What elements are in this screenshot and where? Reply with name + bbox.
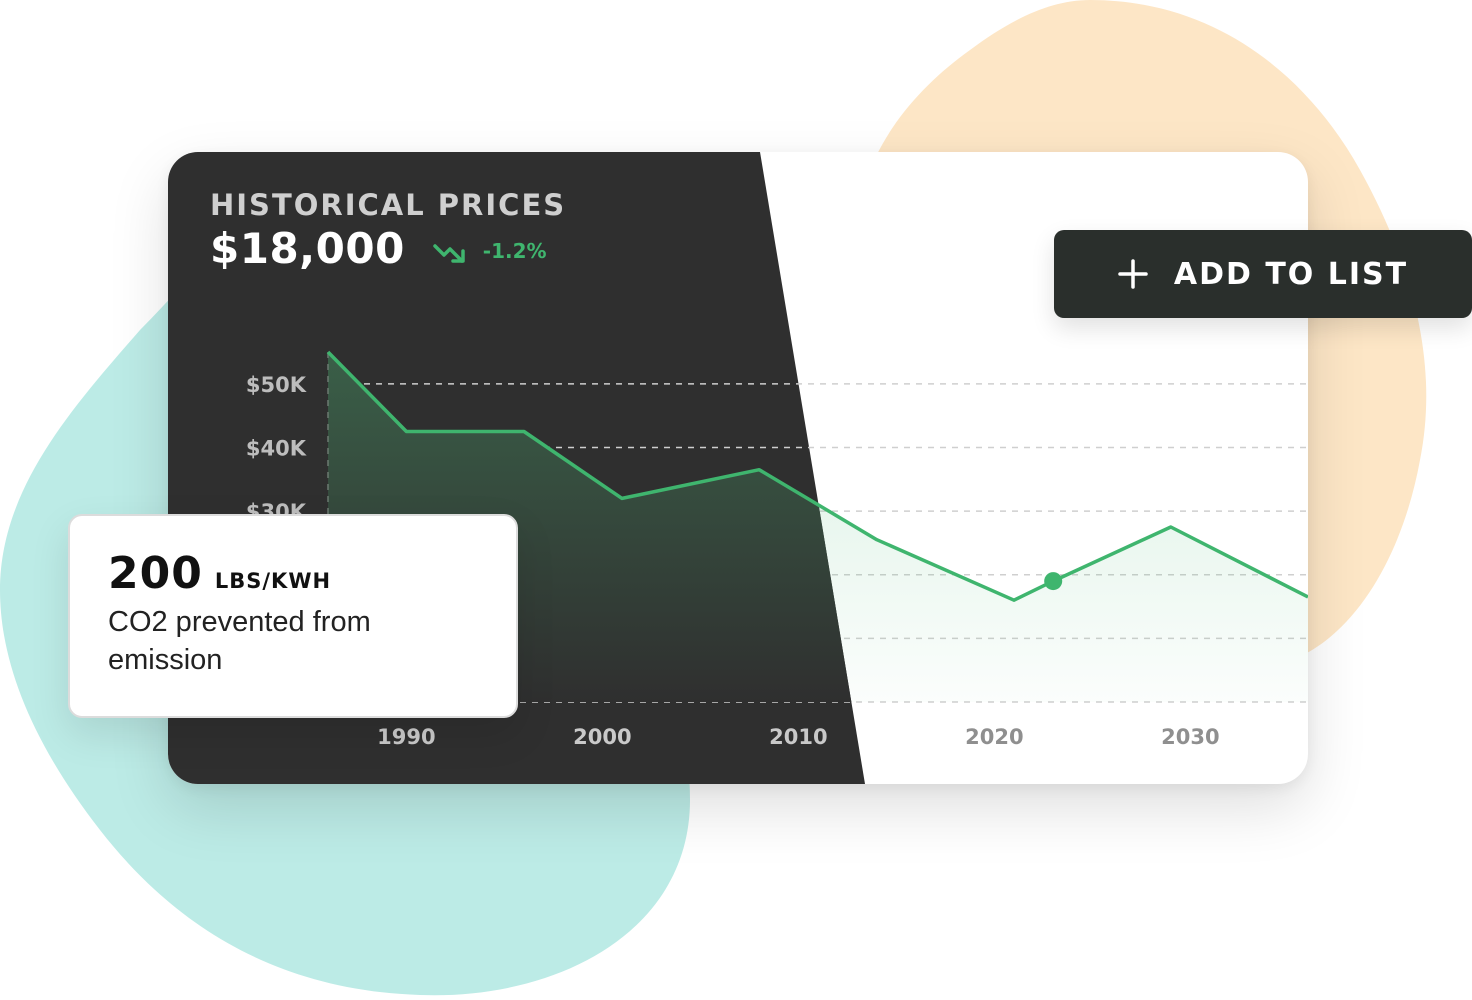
y-tick-label: $50K bbox=[246, 373, 307, 397]
x-tick-label: 2020 bbox=[965, 725, 1023, 749]
x-tick-label: 1990 bbox=[377, 725, 435, 749]
chart-title: HISTORICAL PRICES bbox=[210, 188, 567, 222]
add-to-list-button[interactable]: ADD TO LIST bbox=[1054, 230, 1472, 318]
data-points bbox=[1044, 572, 1063, 591]
stat-value: 200 bbox=[108, 548, 203, 599]
x-tick-label: 2010 bbox=[769, 725, 827, 749]
price-row: $18,000 -1.2% bbox=[210, 224, 566, 273]
stat-unit: LBS/KWH bbox=[214, 569, 332, 593]
stat-caption: CO2 prevented from emission bbox=[108, 606, 371, 676]
co2-stat-card: 200 LBS/KWH CO2 prevented from emission bbox=[68, 514, 518, 718]
y-axis-ticks: $50K$40K$30K bbox=[246, 373, 307, 524]
plus-icon bbox=[1118, 259, 1148, 289]
highlight-point[interactable] bbox=[1044, 572, 1063, 591]
trend-down-icon bbox=[433, 243, 465, 263]
stat-row: 200 LBS/KWH bbox=[108, 548, 478, 599]
x-tick-label: 2000 bbox=[573, 725, 631, 749]
price-change: -1.2% bbox=[482, 238, 547, 263]
card-header: HISTORICAL PRICES $18,000 -1.2% bbox=[210, 188, 566, 273]
x-tick-label: 2030 bbox=[1161, 725, 1219, 749]
current-price: $18,000 bbox=[210, 224, 405, 273]
y-tick-label: $40K bbox=[246, 436, 307, 460]
add-to-list-label: ADD TO LIST bbox=[1173, 256, 1409, 292]
